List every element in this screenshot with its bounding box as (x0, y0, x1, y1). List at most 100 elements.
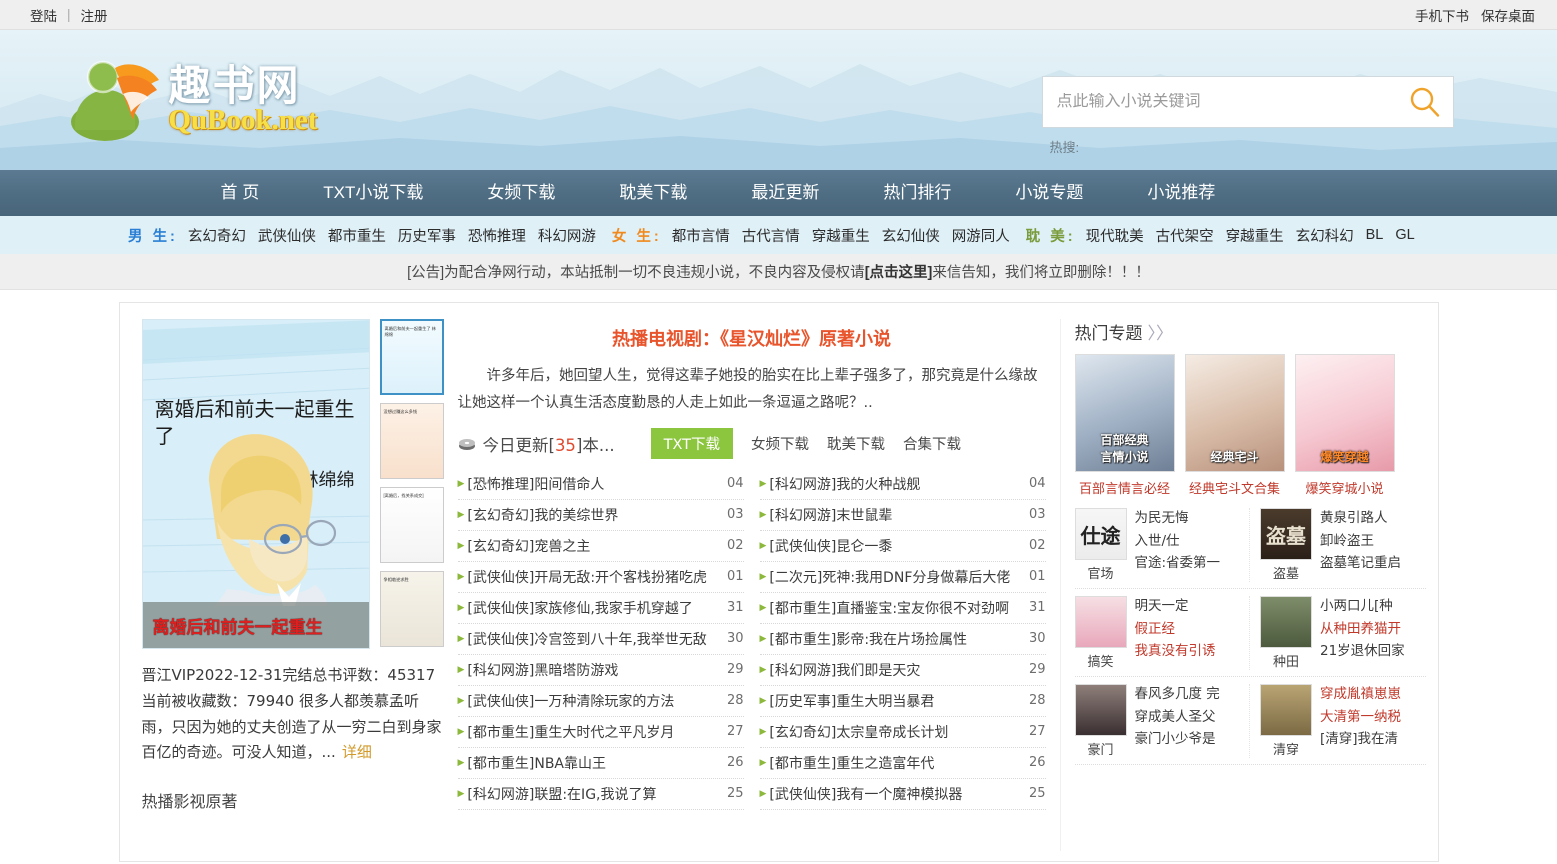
novel-link[interactable]: [历史军事]重生大明当暴君 (769, 691, 1025, 711)
topic-caption-1[interactable]: 经典宅斗文合集 (1185, 478, 1285, 497)
topic-card-0[interactable]: 百部经典 言情小说百部言情言必经 (1074, 354, 1175, 497)
cover-thumbnail-0[interactable]: 离婚后和前夫一起重生了 林绵绵 (379, 319, 444, 395)
novel-row[interactable]: ▶ [都市重生]直播鉴宝:宝友你很不对劲啊 31 (759, 593, 1046, 624)
sidebar-category-thumbnail[interactable]: 仕途 (1074, 508, 1127, 560)
cover-thumbnail-3[interactable]: 争相临逆求胜 (379, 571, 444, 647)
topic-image-0[interactable]: 百部经典 言情小说 (1074, 354, 1175, 472)
category-link-1-3[interactable]: 玄幻仙侠 (882, 225, 940, 246)
download-link-1[interactable]: 耽美下载 (827, 433, 885, 454)
novel-link[interactable]: [科幻网游]黑暗塔防游戏 (467, 660, 723, 680)
category-link-2-1[interactable]: 古代架空 (1156, 225, 1214, 246)
featured-book-cover[interactable]: 离婚后和前夫一起重生了 林绵绵 离婚后和前夫一起重生 (141, 319, 370, 649)
category-link-2-2[interactable]: 穿越重生 (1226, 225, 1284, 246)
topic-image-2[interactable]: 爆笑穿越 (1294, 354, 1395, 472)
nav-item-4[interactable]: 最近更新 (719, 170, 851, 216)
novel-row[interactable]: ▶ [武侠仙侠]我有一个魔神模拟器 25 (759, 779, 1046, 810)
search-button[interactable] (1403, 80, 1447, 124)
nav-item-1[interactable]: TXT小说下载 (291, 170, 455, 216)
novel-link[interactable]: [武侠仙侠]开局无敌:开个客栈扮猪吃虎 (467, 567, 723, 587)
novel-link[interactable]: [恐怖推理]阳间借命人 (467, 474, 723, 494)
novel-row[interactable]: ▶ [玄幻奇幻]宠兽之主 02 (457, 531, 744, 562)
cover-thumbnail-2[interactable]: [离婚后，找关系成交] (379, 487, 444, 563)
register-link[interactable]: 注册 (81, 5, 108, 25)
novel-link[interactable]: [都市重生]重生之造富年代 (769, 753, 1025, 773)
nav-item-7[interactable]: 小说推荐 (1115, 170, 1247, 216)
download-link-2[interactable]: 合集下载 (903, 433, 961, 454)
novel-link[interactable]: [武侠仙侠]一万种清除玩家的方法 (467, 691, 723, 711)
topic-card-2[interactable]: 爆笑穿越 爆笑穿城小说 (1294, 354, 1395, 497)
novel-row[interactable]: ▶ [玄幻奇幻]我的美综世界 03 (457, 500, 744, 531)
sidebar-category-thumbnail[interactable] (1074, 684, 1127, 736)
category-link-1-0[interactable]: 都市言情 (672, 225, 730, 246)
novel-link[interactable]: [二次元]死神:我用DNF分身做幕后大佬 (769, 567, 1025, 587)
category-link-0-3[interactable]: 历史军事 (398, 225, 456, 246)
category-link-2-5[interactable]: GL (1395, 227, 1414, 243)
novel-link[interactable]: [都市重生]重生大时代之平凡岁月 (467, 722, 723, 742)
announcement-link[interactable]: [点击这里] (865, 261, 933, 282)
novel-row[interactable]: ▶ [武侠仙侠]开局无敌:开个客栈扮猪吃虎 01 (457, 562, 744, 593)
nav-item-3[interactable]: 耽美下载 (587, 170, 719, 216)
sidebar-category-name[interactable]: 清穿 (1260, 739, 1312, 758)
novel-link[interactable]: [科幻网游]我们即是天灾 (769, 660, 1025, 680)
sidebar-category-link-1[interactable]: 卸岭盗王 (1320, 531, 1426, 552)
novel-link[interactable]: [玄幻奇幻]宠兽之主 (467, 536, 723, 556)
sidebar-category-thumbnail[interactable] (1074, 596, 1127, 648)
category-link-2-0[interactable]: 现代耽美 (1086, 225, 1144, 246)
nav-item-6[interactable]: 小说专题 (983, 170, 1115, 216)
novel-row[interactable]: ▶ [武侠仙侠]昆仑一黍 02 (759, 531, 1046, 562)
sidebar-category-link-0[interactable]: 春风多几度 完 (1135, 684, 1242, 705)
sidebar-category-link-2[interactable]: 官途:省委第一 (1135, 553, 1242, 574)
category-link-0-0[interactable]: 玄幻奇幻 (188, 225, 246, 246)
novel-row[interactable]: ▶ [恐怖推理]阳间借命人 04 (457, 469, 744, 500)
novel-row[interactable]: ▶ [科幻网游]黑暗塔防游戏 29 (457, 655, 744, 686)
novel-link[interactable]: [玄幻奇幻]我的美综世界 (467, 505, 723, 525)
txt-download-button[interactable]: TXT下载 (650, 428, 734, 460)
sidebar-category-thumbnail[interactable] (1260, 684, 1312, 736)
category-link-0-2[interactable]: 都市重生 (328, 225, 386, 246)
nav-item-5[interactable]: 热门排行 (851, 170, 983, 216)
novel-link[interactable]: [都市重生]直播鉴宝:宝友你很不对劲啊 (769, 598, 1025, 618)
novel-row[interactable]: ▶ [科幻网游]末世鼠辈 03 (759, 500, 1046, 531)
topic-image-1[interactable]: 经典宅斗 (1184, 354, 1285, 472)
novel-link[interactable]: [都市重生]NBA靠山王 (467, 753, 723, 773)
download-link-0[interactable]: 女频下载 (751, 433, 809, 454)
search-box[interactable] (1041, 76, 1454, 128)
sidebar-category-thumbnail[interactable]: 盗墓 (1260, 508, 1312, 560)
novel-row[interactable]: ▶ [科幻网游]联盟:在IG,我说了算 25 (457, 779, 744, 810)
category-link-1-4[interactable]: 网游同人 (952, 225, 1010, 246)
novel-link[interactable]: [武侠仙侠]家族修仙,我家手机穿越了 (467, 598, 723, 618)
novel-row[interactable]: ▶ [科幻网游]我们即是天灾 29 (759, 655, 1046, 686)
save-to-desktop-link[interactable]: 保存桌面 (1481, 5, 1535, 25)
search-input[interactable] (1056, 93, 1403, 111)
sidebar-category-link-0[interactable]: 黄泉引路人 (1320, 508, 1426, 529)
novel-row[interactable]: ▶ [武侠仙侠]家族修仙,我家手机穿越了 31 (457, 593, 744, 624)
novel-row[interactable]: ▶ [都市重生]重生之造富年代 26 (759, 748, 1046, 779)
sidebar-category-link-2[interactable]: 我真没有引诱 (1135, 641, 1242, 662)
sidebar-category-name[interactable]: 种田 (1260, 651, 1312, 670)
sidebar-category-link-1[interactable]: 从种田养猫开 (1320, 619, 1426, 640)
sidebar-category-link-1[interactable]: 大清第一纳税 (1320, 707, 1426, 728)
sidebar-category-name[interactable]: 盗墓 (1260, 563, 1312, 582)
site-logo[interactable]: 趣书网 QuBook.net (69, 48, 369, 148)
novel-row[interactable]: ▶ [玄幻奇幻]太宗皇帝成长计划 27 (759, 717, 1046, 748)
cover-thumbnail-1[interactable]: 没想过赚这么多钱 (379, 403, 444, 479)
novel-link[interactable]: [武侠仙侠]昆仑一黍 (769, 536, 1025, 556)
category-link-0-5[interactable]: 科幻网游 (538, 225, 596, 246)
sidebar-category-thumbnail[interactable] (1260, 596, 1312, 648)
sidebar-category-link-1[interactable]: 穿成美人圣父 (1135, 707, 1242, 728)
category-link-2-4[interactable]: BL (1366, 227, 1384, 243)
category-link-2-3[interactable]: 玄幻科幻 (1296, 225, 1354, 246)
category-link-1-2[interactable]: 穿越重生 (812, 225, 870, 246)
sidebar-category-link-1[interactable]: 入世/仕 (1135, 531, 1242, 552)
sidebar-category-link-2[interactable]: 盗墓笔记重启 (1320, 553, 1426, 574)
nav-item-0[interactable]: 首 页 (189, 170, 292, 216)
feature-headline[interactable]: 热播电视剧：《星汉灿烂》原著小说 (458, 325, 1046, 351)
topic-card-1[interactable]: 经典宅斗经典宅斗文合集 (1184, 354, 1285, 497)
topic-caption-0[interactable]: 百部言情言必经 (1075, 478, 1175, 497)
sidebar-category-link-0[interactable]: 小两口儿[种 (1320, 596, 1426, 617)
novel-link[interactable]: [科幻网游]联盟:在IG,我说了算 (467, 784, 723, 804)
novel-link[interactable]: [都市重生]影帝:我在片场捡属性 (769, 629, 1025, 649)
sidebar-category-link-0[interactable]: 为民无悔 (1135, 508, 1242, 529)
sidebar-category-link-2[interactable]: 21岁退休回家 (1320, 641, 1426, 662)
sidebar-category-name[interactable]: 豪门 (1075, 739, 1127, 758)
